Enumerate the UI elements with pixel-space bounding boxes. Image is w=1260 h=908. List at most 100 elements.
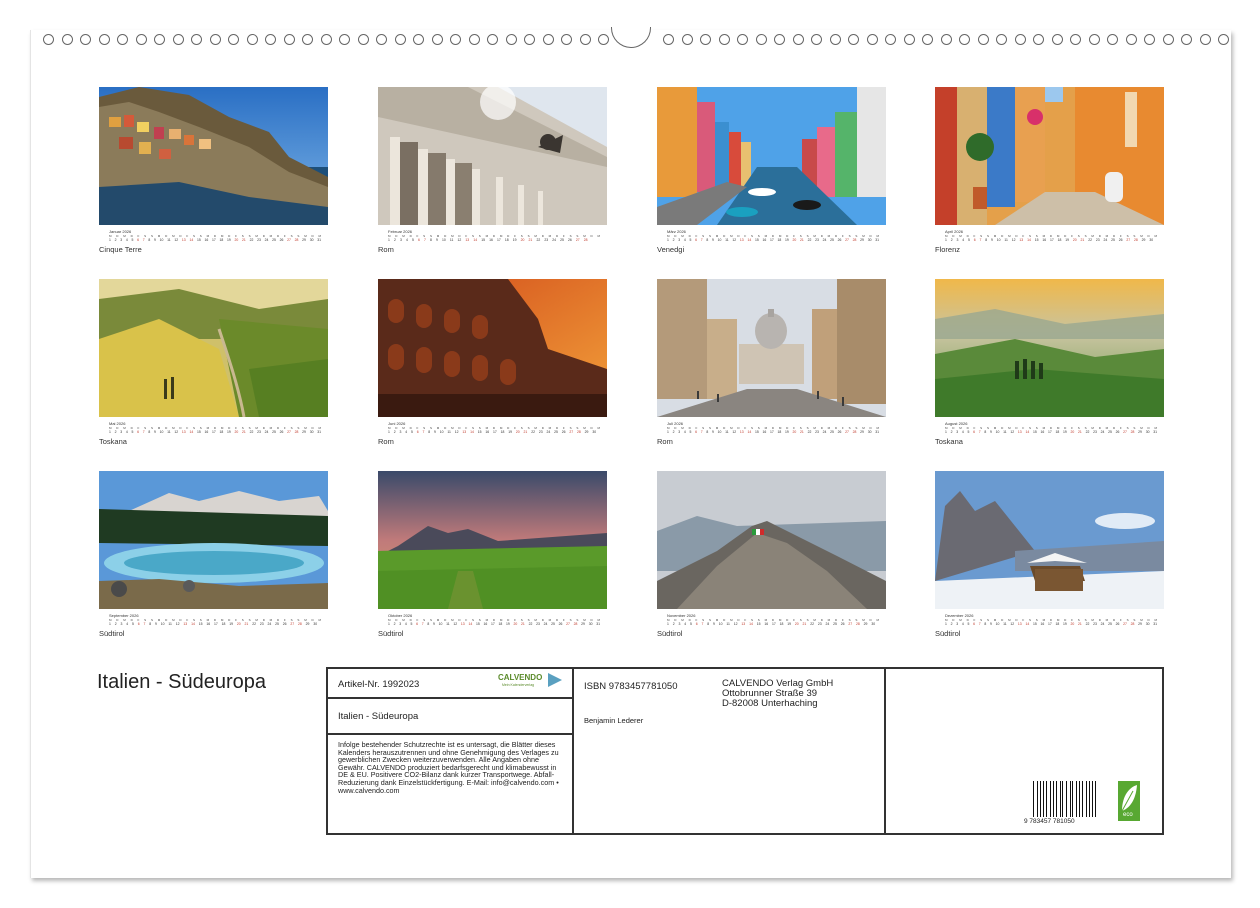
day-number: 29: [584, 430, 589, 434]
binding-hole: [681, 34, 693, 45]
day-number: 14: [468, 622, 473, 626]
day-number: 11: [1003, 622, 1007, 626]
calvendo-logo-text: CALVENDO: [498, 673, 543, 682]
day-number: 17: [490, 622, 495, 626]
day-number: 4: [404, 622, 407, 626]
binding-hole: [718, 34, 730, 45]
binding-hole: [940, 34, 952, 45]
day-number: 5: [412, 238, 414, 242]
day-number: 14: [1027, 238, 1031, 242]
day-number: 24: [546, 430, 551, 434]
day-number: 16: [204, 430, 209, 434]
day-number: 19: [1065, 238, 1070, 242]
binding-hole: [320, 34, 332, 45]
binding-hole: [228, 34, 239, 45]
day-number: 24: [543, 622, 548, 626]
day-number: 19: [785, 238, 789, 242]
day-number: 28: [298, 622, 302, 626]
day-number: 12: [457, 238, 462, 242]
day-number: 30: [1145, 622, 1150, 626]
day-number: 23: [538, 430, 543, 434]
binding-hole: [1162, 34, 1174, 45]
day-number: 28: [294, 430, 299, 434]
day-number: 20: [513, 622, 518, 626]
photo-toskana-farmhouse: [935, 279, 1164, 417]
day-number: 4: [125, 238, 128, 242]
day-number: 20: [1072, 238, 1077, 242]
day-number: 19: [227, 430, 231, 434]
barcode-bar: [1079, 781, 1080, 817]
day-number: 1: [945, 430, 947, 434]
month-tile-december: Dezember 2026 MDMDFSSMDMDFSSMDMDFSSMDMDF…: [935, 471, 1164, 638]
day-number: 22: [810, 622, 814, 626]
day-number: 8: [706, 238, 709, 242]
day-number: 12: [1011, 238, 1016, 242]
publisher-address: CALVENDO Verlag GmbH Ottobrunner Straße …: [722, 679, 833, 709]
month-tile-may: Mai 2026 MDMDFSSMDMDFSSMDMDFSSMDMDFSSMDM…: [99, 279, 328, 446]
day-number: 23: [259, 622, 264, 626]
day-number: 9: [990, 430, 992, 434]
day-number: 15: [754, 238, 759, 242]
barcode-bar: [1091, 781, 1093, 817]
day-number: 14: [747, 430, 752, 434]
day-number: 26: [837, 430, 842, 434]
day-number: 25: [1108, 430, 1112, 434]
day-number: 27: [290, 622, 295, 626]
binding-hole: [117, 34, 128, 45]
day-number: 12: [174, 430, 179, 434]
day-number: 25: [275, 622, 279, 626]
day-number: 22: [536, 238, 541, 242]
day-number: 27: [575, 238, 580, 242]
binding-hole: [394, 34, 406, 45]
day-number: 17: [1047, 622, 1052, 626]
binding-hole: [866, 34, 878, 45]
day-numbers: 1 2 3 4 5 6 7 8 9 10 11 12 13 14 15 16 17 18 19 20 21 22 23 24 2…: [945, 622, 1157, 626]
day-number: 10: [717, 430, 722, 434]
day-number: 11: [725, 430, 729, 434]
day-number: 29: [863, 622, 868, 626]
day-number: 30: [309, 238, 314, 242]
day-number: 22: [807, 430, 812, 434]
day-number: 21: [1078, 430, 1082, 434]
month-tile-november: November 2026 MDMDFSSMDMDFSSMDMDFSSMDMDF…: [657, 471, 886, 638]
day-number: 30: [592, 430, 597, 434]
day-number: 11: [447, 430, 451, 434]
month-tile-march: März 2026 MDMDFSSMDMDFSSMDMDFSSMDMDFSSMD…: [657, 87, 886, 254]
day-number: 22: [807, 238, 812, 242]
day-number: 11: [1003, 430, 1007, 434]
day-number: 18: [1055, 622, 1060, 626]
photo-florenz: [935, 87, 1164, 225]
calvendo-tagline: Mein Kalenderverlag: [502, 683, 535, 687]
day-number: 12: [733, 622, 738, 626]
day-number: 11: [449, 238, 454, 242]
day-number: 18: [777, 238, 782, 242]
day-number: 26: [279, 238, 284, 242]
day-number: 15: [196, 238, 201, 242]
day-number: 20: [515, 430, 520, 434]
day-number: 16: [762, 430, 767, 434]
day-number: 8: [706, 430, 709, 434]
binding-hole: [1033, 34, 1044, 45]
photo-location: Südtirol: [657, 629, 683, 638]
binding-hole: [792, 34, 804, 45]
day-numbers: 1 2 3 4 5 6 7 8 9 10 11 12 13 14 15 16 17 18 19 20 21 22 23 24 2…: [667, 238, 879, 242]
day-number: 7: [978, 622, 981, 626]
day-number: 6: [418, 238, 420, 242]
calendar-strip: Januar 2026 MDMDFSSMDMDFSSMDMDFSSMDMDFSS…: [99, 225, 328, 245]
binding-hole: [191, 34, 202, 45]
binding-hole: [1181, 34, 1192, 45]
day-number: 14: [473, 238, 478, 242]
day-number: 26: [279, 430, 284, 434]
day-number: 26: [1118, 238, 1123, 242]
day-number: 13: [181, 430, 186, 434]
day-number: 15: [198, 622, 203, 626]
day-number: 20: [234, 430, 239, 434]
day-number: 5: [967, 430, 970, 434]
day-number: 21: [523, 430, 528, 434]
binding-hole: [246, 34, 258, 45]
binding-hole: [61, 34, 73, 45]
day-number: 24: [264, 238, 269, 242]
month-tile-april: April 2026 MDMDFSSMDMDFSSMDMDFSSMDMDFSSM…: [935, 87, 1164, 254]
day-number: 1: [945, 622, 947, 626]
day-numbers: 1 2 3 4 5 6 7 8 9 10 11 12 13 14 15 16 17 18 19 20 21 22 23 24 2…: [667, 622, 879, 626]
